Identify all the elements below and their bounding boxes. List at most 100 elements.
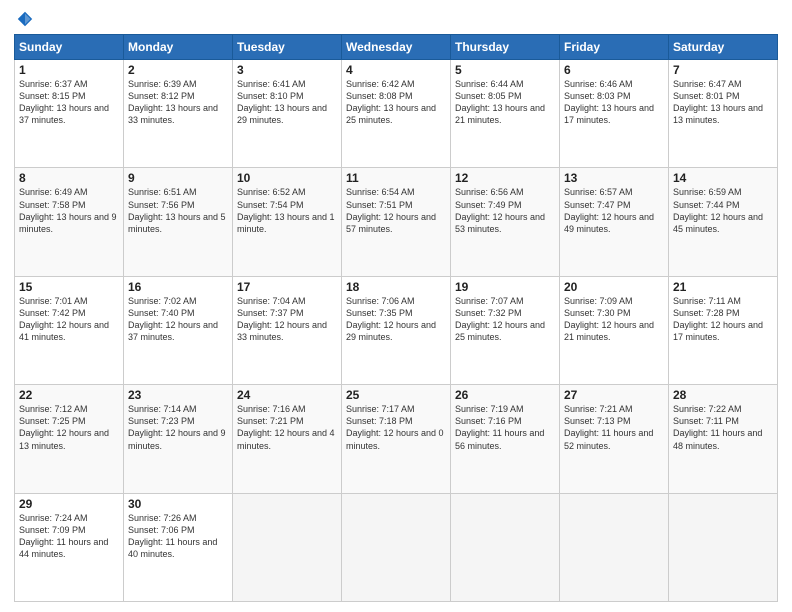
weekday-header-tuesday: Tuesday [233, 35, 342, 60]
day-number: 6 [564, 63, 664, 77]
cell-details: Sunrise: 7:02 AMSunset: 7:40 PMDaylight:… [128, 295, 228, 344]
cell-details: Sunrise: 6:51 AMSunset: 7:56 PMDaylight:… [128, 186, 228, 235]
day-number: 15 [19, 280, 119, 294]
day-number: 30 [128, 497, 228, 511]
weekday-header-saturday: Saturday [669, 35, 778, 60]
day-number: 2 [128, 63, 228, 77]
cell-details: Sunrise: 7:22 AMSunset: 7:11 PMDaylight:… [673, 403, 773, 452]
cell-details: Sunrise: 6:49 AMSunset: 7:58 PMDaylight:… [19, 186, 119, 235]
cell-details: Sunrise: 7:09 AMSunset: 7:30 PMDaylight:… [564, 295, 664, 344]
calendar-cell: 13Sunrise: 6:57 AMSunset: 7:47 PMDayligh… [560, 168, 669, 276]
day-number: 3 [237, 63, 337, 77]
day-number: 17 [237, 280, 337, 294]
calendar-cell: 15Sunrise: 7:01 AMSunset: 7:42 PMDayligh… [15, 276, 124, 384]
cell-details: Sunrise: 6:47 AMSunset: 8:01 PMDaylight:… [673, 78, 773, 127]
cell-details: Sunrise: 7:26 AMSunset: 7:06 PMDaylight:… [128, 512, 228, 561]
calendar-cell: 24Sunrise: 7:16 AMSunset: 7:21 PMDayligh… [233, 385, 342, 493]
calendar-cell: 1Sunrise: 6:37 AMSunset: 8:15 PMDaylight… [15, 60, 124, 168]
calendar-cell: 16Sunrise: 7:02 AMSunset: 7:40 PMDayligh… [124, 276, 233, 384]
calendar-cell: 14Sunrise: 6:59 AMSunset: 7:44 PMDayligh… [669, 168, 778, 276]
calendar-cell: 23Sunrise: 7:14 AMSunset: 7:23 PMDayligh… [124, 385, 233, 493]
cell-details: Sunrise: 7:19 AMSunset: 7:16 PMDaylight:… [455, 403, 555, 452]
calendar-cell: 18Sunrise: 7:06 AMSunset: 7:35 PMDayligh… [342, 276, 451, 384]
calendar-cell [669, 493, 778, 601]
day-number: 20 [564, 280, 664, 294]
cell-details: Sunrise: 7:11 AMSunset: 7:28 PMDaylight:… [673, 295, 773, 344]
weekday-header-monday: Monday [124, 35, 233, 60]
day-number: 14 [673, 171, 773, 185]
calendar-cell: 17Sunrise: 7:04 AMSunset: 7:37 PMDayligh… [233, 276, 342, 384]
cell-details: Sunrise: 7:06 AMSunset: 7:35 PMDaylight:… [346, 295, 446, 344]
cell-details: Sunrise: 6:41 AMSunset: 8:10 PMDaylight:… [237, 78, 337, 127]
cell-details: Sunrise: 6:54 AMSunset: 7:51 PMDaylight:… [346, 186, 446, 235]
calendar-cell: 22Sunrise: 7:12 AMSunset: 7:25 PMDayligh… [15, 385, 124, 493]
day-number: 27 [564, 388, 664, 402]
cell-details: Sunrise: 6:59 AMSunset: 7:44 PMDaylight:… [673, 186, 773, 235]
calendar-cell: 29Sunrise: 7:24 AMSunset: 7:09 PMDayligh… [15, 493, 124, 601]
calendar-cell: 12Sunrise: 6:56 AMSunset: 7:49 PMDayligh… [451, 168, 560, 276]
day-number: 26 [455, 388, 555, 402]
cell-details: Sunrise: 6:42 AMSunset: 8:08 PMDaylight:… [346, 78, 446, 127]
calendar-cell: 11Sunrise: 6:54 AMSunset: 7:51 PMDayligh… [342, 168, 451, 276]
day-number: 18 [346, 280, 446, 294]
day-number: 22 [19, 388, 119, 402]
calendar-cell [342, 493, 451, 601]
cell-details: Sunrise: 6:44 AMSunset: 8:05 PMDaylight:… [455, 78, 555, 127]
day-number: 4 [346, 63, 446, 77]
day-number: 5 [455, 63, 555, 77]
calendar-cell: 8Sunrise: 6:49 AMSunset: 7:58 PMDaylight… [15, 168, 124, 276]
calendar-cell: 2Sunrise: 6:39 AMSunset: 8:12 PMDaylight… [124, 60, 233, 168]
cell-details: Sunrise: 7:14 AMSunset: 7:23 PMDaylight:… [128, 403, 228, 452]
cell-details: Sunrise: 7:12 AMSunset: 7:25 PMDaylight:… [19, 403, 119, 452]
cell-details: Sunrise: 6:37 AMSunset: 8:15 PMDaylight:… [19, 78, 119, 127]
cell-details: Sunrise: 7:21 AMSunset: 7:13 PMDaylight:… [564, 403, 664, 452]
weekday-header-sunday: Sunday [15, 35, 124, 60]
day-number: 28 [673, 388, 773, 402]
calendar-cell: 25Sunrise: 7:17 AMSunset: 7:18 PMDayligh… [342, 385, 451, 493]
day-number: 12 [455, 171, 555, 185]
calendar-cell: 3Sunrise: 6:41 AMSunset: 8:10 PMDaylight… [233, 60, 342, 168]
day-number: 1 [19, 63, 119, 77]
calendar-cell: 7Sunrise: 6:47 AMSunset: 8:01 PMDaylight… [669, 60, 778, 168]
logo-icon [16, 10, 34, 28]
day-number: 8 [19, 171, 119, 185]
calendar-table: SundayMondayTuesdayWednesdayThursdayFrid… [14, 34, 778, 602]
calendar-cell: 19Sunrise: 7:07 AMSunset: 7:32 PMDayligh… [451, 276, 560, 384]
day-number: 9 [128, 171, 228, 185]
day-number: 10 [237, 171, 337, 185]
calendar-cell: 10Sunrise: 6:52 AMSunset: 7:54 PMDayligh… [233, 168, 342, 276]
calendar-cell: 27Sunrise: 7:21 AMSunset: 7:13 PMDayligh… [560, 385, 669, 493]
weekday-header-thursday: Thursday [451, 35, 560, 60]
day-number: 29 [19, 497, 119, 511]
logo [14, 10, 34, 28]
day-number: 24 [237, 388, 337, 402]
cell-details: Sunrise: 6:52 AMSunset: 7:54 PMDaylight:… [237, 186, 337, 235]
cell-details: Sunrise: 6:46 AMSunset: 8:03 PMDaylight:… [564, 78, 664, 127]
day-number: 13 [564, 171, 664, 185]
page: SundayMondayTuesdayWednesdayThursdayFrid… [0, 0, 792, 612]
cell-details: Sunrise: 6:39 AMSunset: 8:12 PMDaylight:… [128, 78, 228, 127]
header [14, 10, 778, 28]
calendar-cell: 20Sunrise: 7:09 AMSunset: 7:30 PMDayligh… [560, 276, 669, 384]
calendar-cell: 28Sunrise: 7:22 AMSunset: 7:11 PMDayligh… [669, 385, 778, 493]
calendar-cell: 6Sunrise: 6:46 AMSunset: 8:03 PMDaylight… [560, 60, 669, 168]
calendar-cell: 21Sunrise: 7:11 AMSunset: 7:28 PMDayligh… [669, 276, 778, 384]
day-number: 11 [346, 171, 446, 185]
day-number: 25 [346, 388, 446, 402]
cell-details: Sunrise: 7:24 AMSunset: 7:09 PMDaylight:… [19, 512, 119, 561]
day-number: 7 [673, 63, 773, 77]
cell-details: Sunrise: 6:56 AMSunset: 7:49 PMDaylight:… [455, 186, 555, 235]
day-number: 23 [128, 388, 228, 402]
cell-details: Sunrise: 7:07 AMSunset: 7:32 PMDaylight:… [455, 295, 555, 344]
calendar-cell [560, 493, 669, 601]
cell-details: Sunrise: 6:57 AMSunset: 7:47 PMDaylight:… [564, 186, 664, 235]
cell-details: Sunrise: 7:01 AMSunset: 7:42 PMDaylight:… [19, 295, 119, 344]
calendar-cell: 5Sunrise: 6:44 AMSunset: 8:05 PMDaylight… [451, 60, 560, 168]
calendar-cell: 30Sunrise: 7:26 AMSunset: 7:06 PMDayligh… [124, 493, 233, 601]
calendar-cell: 4Sunrise: 6:42 AMSunset: 8:08 PMDaylight… [342, 60, 451, 168]
day-number: 19 [455, 280, 555, 294]
calendar-cell: 9Sunrise: 6:51 AMSunset: 7:56 PMDaylight… [124, 168, 233, 276]
calendar-cell [451, 493, 560, 601]
day-number: 16 [128, 280, 228, 294]
cell-details: Sunrise: 7:16 AMSunset: 7:21 PMDaylight:… [237, 403, 337, 452]
